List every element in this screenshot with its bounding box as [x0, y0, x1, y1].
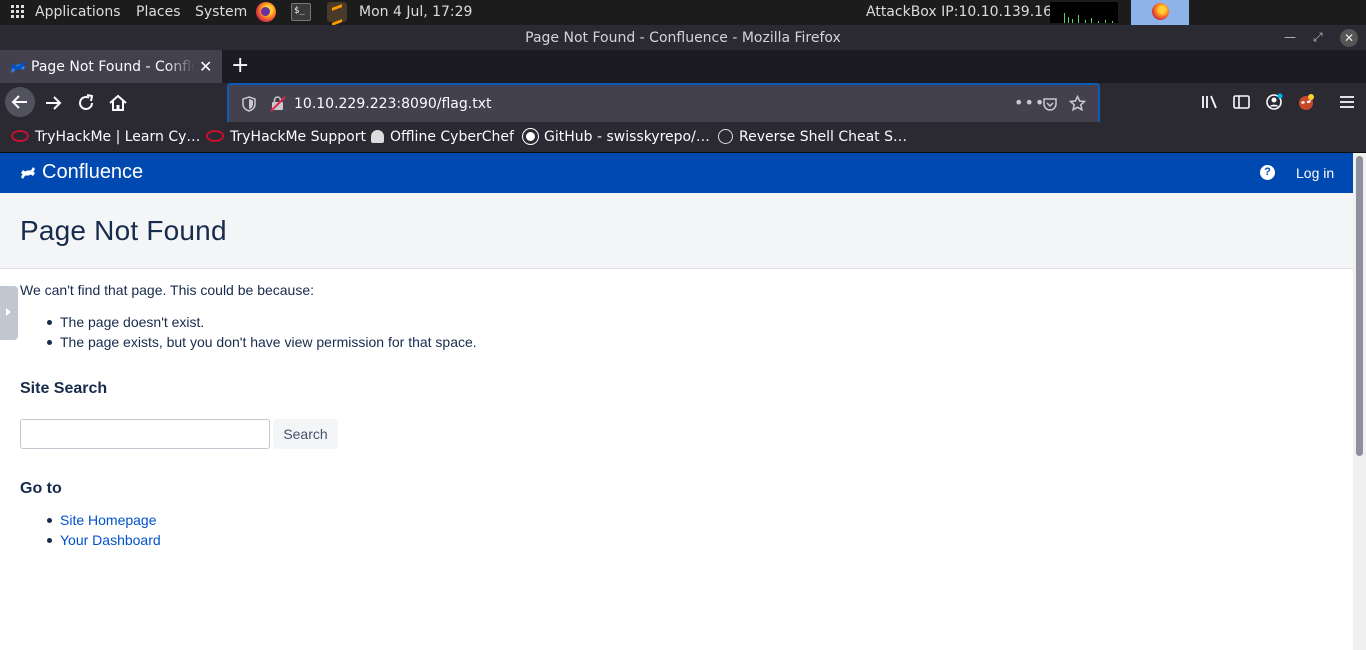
list-item: The page exists, but you don't have view… — [47, 334, 477, 350]
bookmark-label: TryHackMe | Learn Cy… — [35, 129, 201, 145]
your-dashboard-link[interactable]: Your Dashboard — [60, 532, 161, 548]
chef-hat-icon — [371, 129, 384, 143]
github-icon — [523, 128, 538, 144]
goto-heading: Go to — [20, 480, 62, 497]
scrollbar-thumb[interactable] — [1356, 156, 1363, 456]
navigation-toolbar: ••• — [0, 83, 1366, 125]
bookmark-star-icon[interactable] — [1069, 95, 1086, 112]
search-input[interactable] — [20, 419, 270, 449]
minimize-icon[interactable]: — — [1284, 25, 1296, 50]
bookmark-cyberchef[interactable]: Offline CyberChef — [371, 122, 514, 153]
panel-clock[interactable]: Mon 4 Jul, 17:29 — [359, 0, 472, 25]
bookmark-github[interactable]: GitHub - swisskyrepo/… — [523, 122, 710, 153]
forward-button[interactable] — [42, 92, 64, 114]
window-title: Page Not Found - Confluence - Mozilla Fi… — [525, 30, 841, 46]
arrow-left-icon — [11, 95, 27, 109]
tab-title: Page Not Found - Confluence — [31, 59, 195, 75]
page-actions-icon[interactable]: ••• — [1014, 95, 1045, 111]
tryhackme-icon — [11, 130, 29, 142]
site-search-heading: Site Search — [20, 380, 108, 397]
places-menu[interactable]: Places — [136, 0, 181, 25]
back-button[interactable] — [5, 87, 35, 117]
page-title-band: Page Not Found — [0, 193, 1353, 269]
close-tab-icon[interactable]: ✕ — [199, 50, 212, 83]
bookmark-label: TryHackMe Support — [230, 129, 366, 145]
shield-icon[interactable] — [242, 96, 256, 112]
applications-menu[interactable]: Applications — [35, 0, 121, 25]
taskbar-firefox-window[interactable] — [1131, 0, 1189, 25]
confluence-brand[interactable]: Confluence — [42, 153, 143, 192]
reload-button[interactable] — [75, 92, 97, 114]
list-item: The page doesn't exist. — [47, 312, 477, 332]
maximize-icon[interactable]: ⤢ — [1313, 25, 1323, 50]
goto-list: Site Homepage Your Dashboard — [47, 510, 161, 550]
desktop-top-panel: Applications Places System $_ Mon 4 Jul,… — [0, 0, 1366, 25]
window-titlebar: Page Not Found - Confluence - Mozilla Fi… — [0, 25, 1366, 50]
apps-grid-icon[interactable] — [11, 5, 25, 19]
firefox-icon — [1152, 3, 1169, 20]
login-link[interactable]: Log in — [1296, 153, 1334, 194]
insecure-lock-icon[interactable] — [270, 96, 286, 112]
site-homepage-link[interactable]: Site Homepage — [60, 512, 157, 528]
bookmarks-toolbar: TryHackMe | Learn Cy… TryHackMe Support … — [0, 122, 1366, 153]
url-bar[interactable]: ••• — [227, 83, 1100, 125]
page-title: Page Not Found — [20, 215, 227, 246]
vertical-scrollbar[interactable] — [1353, 153, 1366, 650]
library-icon[interactable] — [1201, 94, 1219, 110]
help-icon[interactable]: ? — [1260, 165, 1275, 180]
sublime-launcher-icon[interactable] — [327, 2, 347, 22]
bookmark-label: Reverse Shell Cheat S… — [739, 129, 907, 145]
confluence-header: Confluence ? Log in — [0, 153, 1353, 193]
list-item: Site Homepage — [47, 510, 161, 530]
bookmark-reverse-shell[interactable]: Reverse Shell Cheat S… — [718, 122, 907, 153]
extension-icon[interactable] — [1297, 93, 1315, 111]
attackbox-ip: AttackBox IP:10.10.139.165 — [866, 4, 1061, 20]
account-icon[interactable] — [1265, 93, 1283, 111]
list-item: Your Dashboard — [47, 530, 161, 550]
system-menu[interactable]: System — [195, 0, 247, 25]
reason-list: The page doesn't exist. The page exists,… — [47, 312, 477, 352]
bookmark-label: Offline CyberChef — [390, 129, 514, 145]
close-window-icon[interactable]: ✕ — [1340, 29, 1358, 47]
search-button[interactable]: Search — [273, 419, 338, 449]
firefox-launcher-icon[interactable] — [256, 2, 276, 22]
bookmark-tryhackme[interactable]: TryHackMe | Learn Cy… — [11, 122, 200, 153]
menu-icon[interactable] — [1339, 95, 1355, 109]
terminal-launcher-icon[interactable]: $_ — [291, 3, 311, 21]
sidebar-expand-handle[interactable] — [0, 286, 18, 340]
pocket-icon[interactable] — [1042, 96, 1058, 112]
error-lead-text: We can't find that page. This could be b… — [20, 282, 315, 298]
cpu-graph-icon — [1050, 2, 1118, 23]
url-input[interactable] — [294, 94, 994, 114]
tab-strip: Page Not Found - Confluence ✕ + — [0, 50, 1366, 83]
tab-page-not-found[interactable]: Page Not Found - Confluence ✕ — [0, 50, 222, 83]
globe-icon — [718, 128, 733, 144]
sidebar-icon[interactable] — [1233, 95, 1250, 109]
confluence-logo-icon[interactable] — [20, 165, 36, 181]
bookmark-tryhackme-support[interactable]: TryHackMe Support — [206, 122, 366, 153]
new-tab-button[interactable]: + — [231, 52, 249, 80]
page-viewport: Confluence ? Log in Page Not Found We ca… — [0, 153, 1366, 650]
home-button[interactable] — [107, 92, 129, 114]
tryhackme-icon — [206, 130, 224, 142]
confluence-favicon-icon — [11, 61, 25, 73]
bookmark-label: GitHub - swisskyrepo/… — [544, 129, 710, 145]
